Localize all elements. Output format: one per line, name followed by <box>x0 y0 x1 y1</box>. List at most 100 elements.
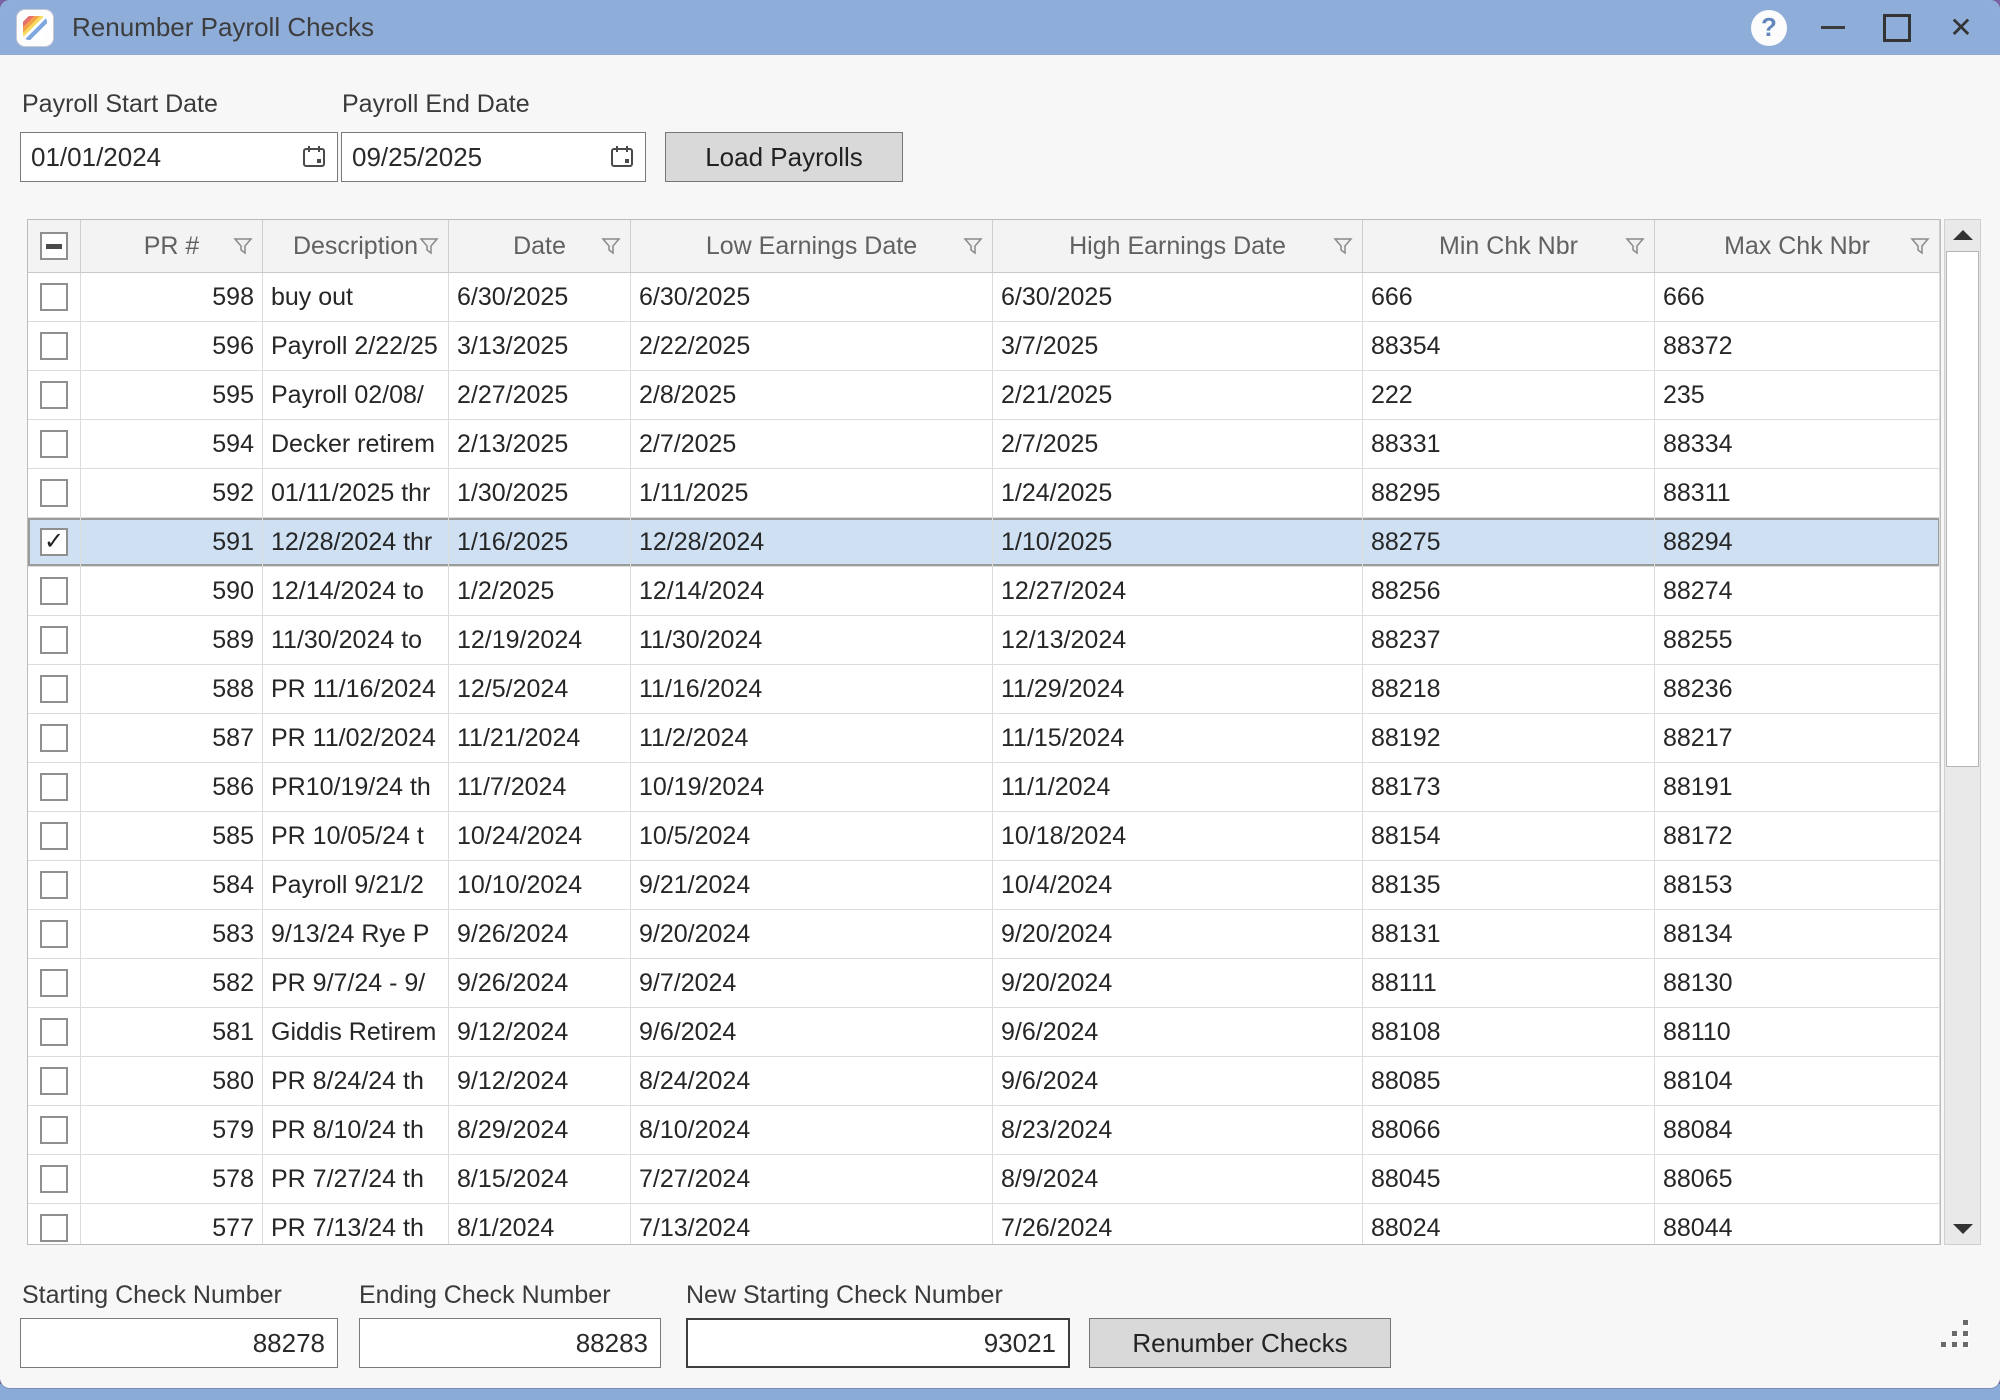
table-row[interactable]: 586PR10/19/24 th11/7/202410/19/202411/1/… <box>28 763 1940 812</box>
cell-desc: Payroll 02/08/ <box>263 371 449 419</box>
column-header-max-chk-nbr[interactable]: Max Chk Nbr <box>1655 220 1940 272</box>
filter-icon[interactable] <box>232 235 254 257</box>
cell-pr: 596 <box>81 322 263 370</box>
table-row[interactable]: 582PR 9/7/24 - 9/9/26/20249/7/20249/20/2… <box>28 959 1940 1008</box>
table-row[interactable]: 577PR 7/13/24 th8/1/20247/13/20247/26/20… <box>28 1204 1940 1245</box>
filter-icon[interactable] <box>418 235 440 257</box>
table-row[interactable]: 585PR 10/05/24 t10/24/202410/5/202410/18… <box>28 812 1940 861</box>
column-header-date[interactable]: Date <box>449 220 631 272</box>
select-all-checkbox[interactable] <box>28 220 81 272</box>
calendar-icon[interactable] <box>301 144 327 170</box>
cell-high: 1/24/2025 <box>993 469 1363 517</box>
row-checkbox[interactable]: ✓ <box>28 518 81 566</box>
cell-date: 8/15/2024 <box>449 1155 631 1203</box>
table-row[interactable]: 5839/13/24 Rye P9/26/20249/20/20249/20/2… <box>28 910 1940 959</box>
table-row[interactable]: 578PR 7/27/24 th8/15/20247/27/20248/9/20… <box>28 1155 1940 1204</box>
cell-desc: PR 10/05/24 t <box>263 812 449 860</box>
row-checkbox[interactable] <box>28 322 81 370</box>
window: Renumber Payroll Checks ? ✕ Payroll Star… <box>0 0 2000 1388</box>
row-checkbox[interactable] <box>28 910 81 958</box>
load-payrolls-button[interactable]: Load Payrolls <box>665 132 903 182</box>
calendar-icon[interactable] <box>609 144 635 170</box>
cell-low: 8/10/2024 <box>631 1106 993 1154</box>
help-button[interactable]: ? <box>1746 5 1792 51</box>
cell-desc: 01/11/2025 thr <box>263 469 449 517</box>
column-header-description[interactable]: Description <box>263 220 449 272</box>
cell-low: 7/27/2024 <box>631 1155 993 1203</box>
row-checkbox[interactable] <box>28 616 81 664</box>
renumber-checks-button[interactable]: Renumber Checks <box>1089 1318 1391 1368</box>
column-header-pr[interactable]: PR # <box>81 220 263 272</box>
ending-check-number-input[interactable]: 88283 <box>359 1318 661 1368</box>
cell-max: 88172 <box>1655 812 1940 860</box>
cell-min: 88192 <box>1363 714 1655 762</box>
payroll-grid: PR # Description Date Low Earnings Date … <box>27 219 1941 1245</box>
table-row[interactable]: 579PR 8/10/24 th8/29/20248/10/20248/23/2… <box>28 1106 1940 1155</box>
table-row[interactable]: 580PR 8/24/24 th9/12/20248/24/20249/6/20… <box>28 1057 1940 1106</box>
table-row[interactable]: 588PR 11/16/202412/5/202411/16/202411/29… <box>28 665 1940 714</box>
filter-icon[interactable] <box>1624 235 1646 257</box>
table-row[interactable]: 587PR 11/02/202411/21/202411/2/202411/15… <box>28 714 1940 763</box>
table-row[interactable]: 59012/14/2024 to1/2/202512/14/202412/27/… <box>28 567 1940 616</box>
resize-grip[interactable] <box>1941 1320 1968 1347</box>
cell-low: 9/20/2024 <box>631 910 993 958</box>
table-row[interactable]: 595Payroll 02/08/2/27/20252/8/20252/21/2… <box>28 371 1940 420</box>
row-checkbox[interactable] <box>28 714 81 762</box>
cell-date: 9/26/2024 <box>449 910 631 958</box>
row-checkbox[interactable] <box>28 371 81 419</box>
row-checkbox[interactable] <box>28 861 81 909</box>
checkbox-icon <box>40 1214 68 1242</box>
row-checkbox[interactable] <box>28 665 81 713</box>
maximize-icon <box>1883 14 1911 42</box>
cell-high: 9/6/2024 <box>993 1008 1363 1056</box>
table-row[interactable]: 598buy out6/30/20256/30/20256/30/2025666… <box>28 273 1940 322</box>
row-checkbox[interactable] <box>28 1155 81 1203</box>
payroll-start-date-input[interactable]: 01/01/2024 <box>20 132 338 182</box>
row-checkbox[interactable] <box>28 1204 81 1245</box>
cell-date: 12/5/2024 <box>449 665 631 713</box>
table-row[interactable]: ✓59112/28/2024 thr1/16/202512/28/20241/1… <box>28 518 1940 567</box>
cell-low: 2/22/2025 <box>631 322 993 370</box>
minimize-button[interactable] <box>1810 5 1856 51</box>
filter-icon[interactable] <box>962 235 984 257</box>
row-checkbox[interactable] <box>28 567 81 615</box>
checkbox-icon <box>40 430 68 458</box>
column-header-min-chk-nbr[interactable]: Min Chk Nbr <box>1363 220 1655 272</box>
row-checkbox[interactable] <box>28 273 81 321</box>
cell-date: 9/12/2024 <box>449 1057 631 1105</box>
scrollbar-thumb[interactable] <box>1946 251 1979 767</box>
scroll-up-button[interactable] <box>1945 220 1980 250</box>
row-checkbox[interactable] <box>28 420 81 468</box>
row-checkbox[interactable] <box>28 1057 81 1105</box>
filter-icon[interactable] <box>1909 235 1931 257</box>
filter-icon[interactable] <box>600 235 622 257</box>
table-row[interactable]: 58911/30/2024 to12/19/202411/30/202412/1… <box>28 616 1940 665</box>
row-checkbox[interactable] <box>28 763 81 811</box>
table-row[interactable]: 596Payroll 2/22/253/13/20252/22/20253/7/… <box>28 322 1940 371</box>
table-row[interactable]: 581Giddis Retirem9/12/20249/6/20249/6/20… <box>28 1008 1940 1057</box>
column-header-high-earnings-date[interactable]: High Earnings Date <box>993 220 1363 272</box>
payroll-end-date-input[interactable]: 09/25/2025 <box>341 132 646 182</box>
cell-min: 666 <box>1363 273 1655 321</box>
cell-high: 11/15/2024 <box>993 714 1363 762</box>
row-checkbox[interactable] <box>28 812 81 860</box>
row-checkbox[interactable] <box>28 959 81 1007</box>
new-starting-check-number-input[interactable]: 93021 <box>686 1318 1070 1368</box>
table-row[interactable]: 59201/11/2025 thr1/30/20251/11/20251/24/… <box>28 469 1940 518</box>
close-button[interactable]: ✕ <box>1938 5 1984 51</box>
starting-check-number-input[interactable]: 88278 <box>20 1318 338 1368</box>
table-row[interactable]: 584Payroll 9/21/210/10/20249/21/202410/4… <box>28 861 1940 910</box>
row-checkbox[interactable] <box>28 1008 81 1056</box>
row-checkbox[interactable] <box>28 1106 81 1154</box>
scroll-down-button[interactable] <box>1945 1214 1980 1244</box>
row-checkbox[interactable] <box>28 469 81 517</box>
column-header-low-earnings-date[interactable]: Low Earnings Date <box>631 220 993 272</box>
cell-high: 2/21/2025 <box>993 371 1363 419</box>
maximize-button[interactable] <box>1874 5 1920 51</box>
cell-pr: 594 <box>81 420 263 468</box>
table-row[interactable]: 594Decker retirem2/13/20252/7/20252/7/20… <box>28 420 1940 469</box>
checkbox-icon <box>40 822 68 850</box>
vertical-scrollbar[interactable] <box>1944 219 1981 1245</box>
cell-low: 10/5/2024 <box>631 812 993 860</box>
filter-icon[interactable] <box>1332 235 1354 257</box>
